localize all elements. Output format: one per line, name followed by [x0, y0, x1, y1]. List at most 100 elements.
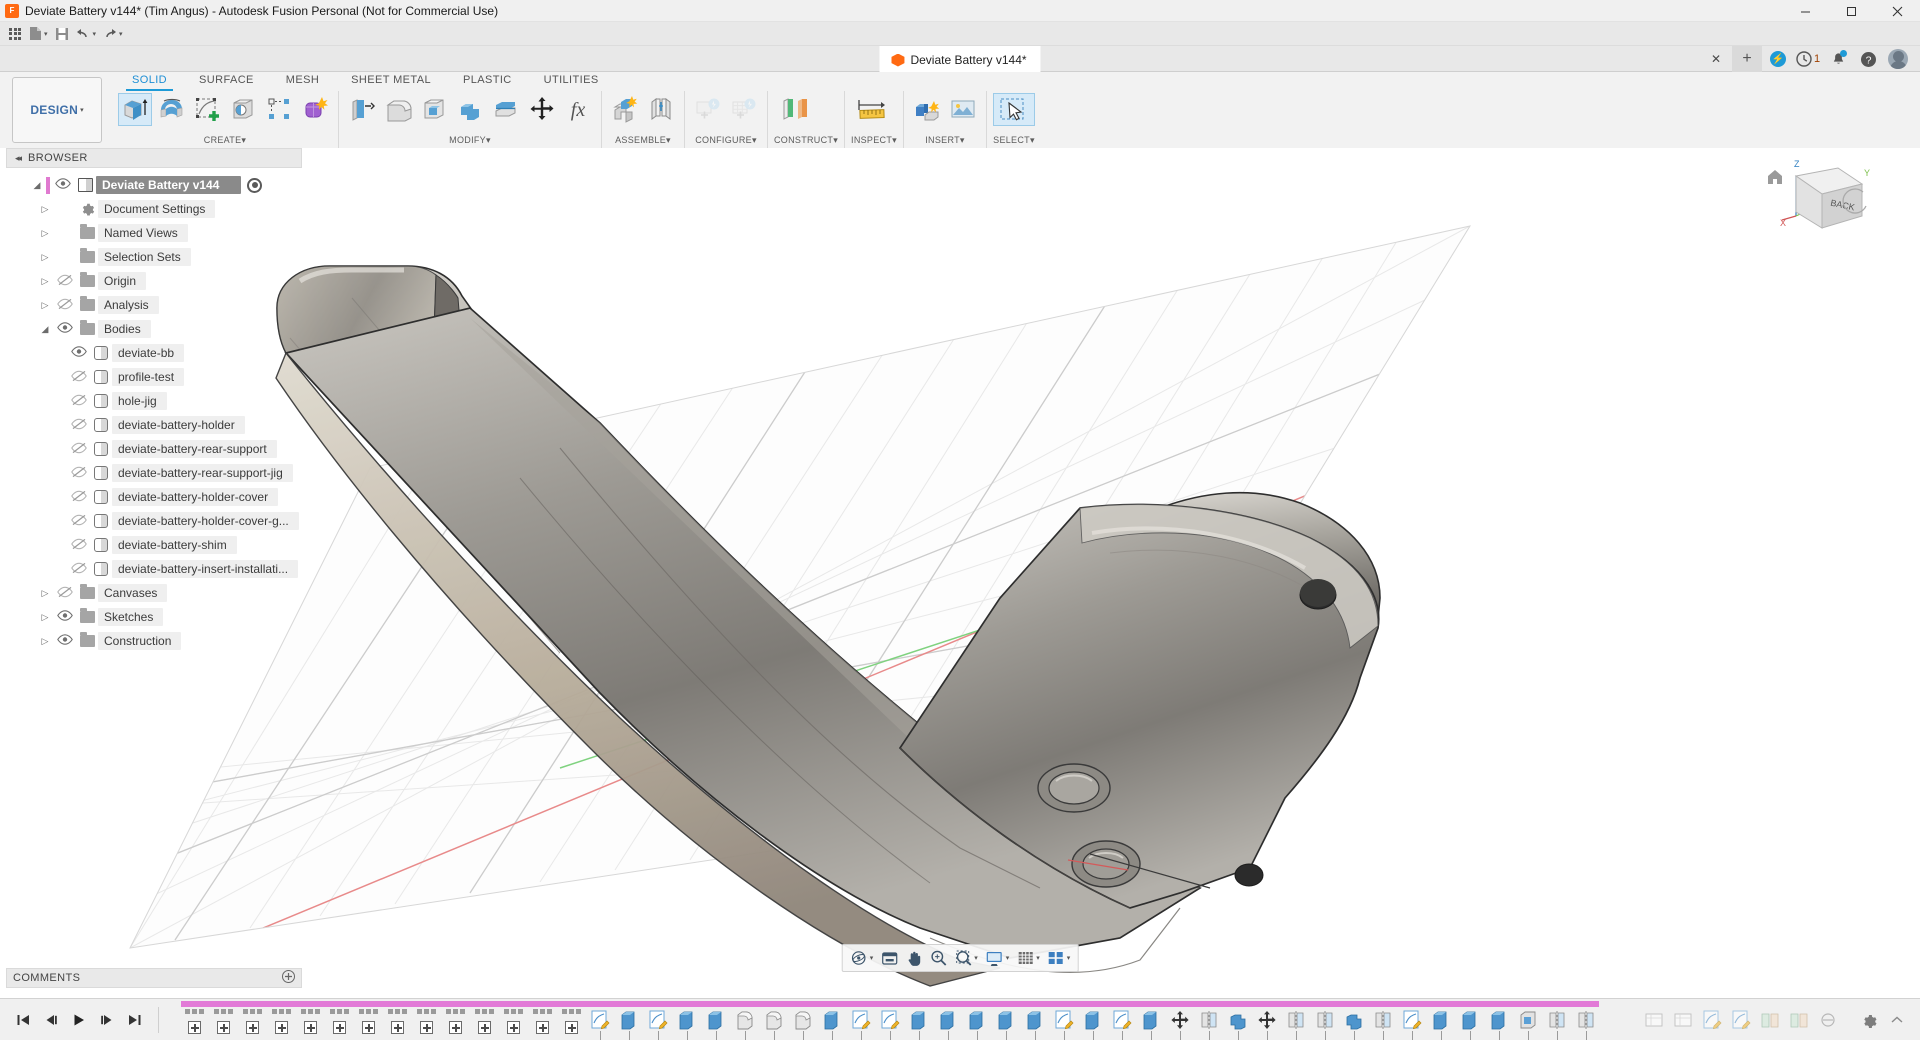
- pan-button[interactable]: [902, 946, 925, 970]
- tool-revolve[interactable]: [154, 93, 188, 124]
- look-at-button[interactable]: [877, 946, 901, 970]
- tree-node-body[interactable]: deviate-battery-rear-support-jig: [6, 461, 302, 485]
- timeline-feature[interactable]: [1312, 1009, 1338, 1040]
- tab-solid[interactable]: SOLID: [116, 72, 183, 91]
- timeline-feature[interactable]: [674, 1009, 700, 1040]
- workspace-selector[interactable]: DESIGN ▾: [12, 77, 102, 143]
- timeline-collapsed-group[interactable]: [181, 1008, 207, 1034]
- account-button[interactable]: [1884, 46, 1912, 72]
- timeline-feature[interactable]: [761, 1009, 787, 1040]
- new-file-button[interactable]: ▾: [26, 23, 51, 45]
- timeline-collapsed-group[interactable]: [384, 1008, 410, 1034]
- visibility-hidden-icon[interactable]: [68, 514, 90, 529]
- activate-radio-icon[interactable]: [247, 177, 263, 193]
- visibility-eye-icon[interactable]: [54, 610, 76, 624]
- panel-inspect-label[interactable]: INSPECT▾: [851, 135, 897, 149]
- timeline-feature[interactable]: [1544, 1009, 1570, 1040]
- timeline-feature[interactable]: [906, 1009, 932, 1040]
- collapse-triangle-icon[interactable]: ◢: [36, 324, 54, 335]
- timeline-feature[interactable]: [1515, 1009, 1541, 1040]
- timeline-feature[interactable]: [935, 1009, 961, 1040]
- display-mode-button[interactable]: ▾: [982, 946, 1013, 970]
- expand-triangle-icon[interactable]: ▷: [36, 252, 54, 263]
- timeline-collapsed-group[interactable]: [297, 1008, 323, 1034]
- tree-node-body[interactable]: deviate-battery-holder-cover-g...: [6, 509, 302, 533]
- tool-form[interactable]: [298, 93, 332, 124]
- tool-move-copy[interactable]: [525, 93, 559, 124]
- extension-manager-button[interactable]: ⚡: [1764, 46, 1792, 72]
- expand-group-button[interactable]: [303, 1020, 317, 1034]
- timeline-feature[interactable]: [1457, 1009, 1483, 1040]
- tree-node-body[interactable]: deviate-battery-insert-installati...: [6, 557, 302, 581]
- tree-node-canvases[interactable]: ▷ Canvases: [6, 581, 302, 605]
- timeline-feature[interactable]: [1022, 1009, 1048, 1040]
- tool-create-sketch[interactable]: [190, 93, 224, 124]
- expand-group-button[interactable]: [361, 1020, 375, 1034]
- visibility-hidden-icon[interactable]: [68, 394, 90, 409]
- timeline-feature[interactable]: [819, 1009, 845, 1040]
- orbit-button[interactable]: ▾: [847, 946, 877, 970]
- timeline-feature[interactable]: [1196, 1009, 1222, 1040]
- visibility-hidden-icon[interactable]: [54, 274, 76, 289]
- visibility-hidden-icon[interactable]: [68, 370, 90, 385]
- go-to-end-button[interactable]: [126, 1007, 144, 1033]
- timeline-feature[interactable]: [1138, 1009, 1164, 1040]
- timeline-feature[interactable]: [1254, 1009, 1280, 1040]
- visibility-hidden-icon[interactable]: [68, 562, 90, 577]
- timeline-feature[interactable]: [703, 1009, 729, 1040]
- timeline-feature-inactive[interactable]: [1670, 1009, 1696, 1031]
- expand-triangle-icon[interactable]: ▷: [36, 204, 54, 215]
- document-tab[interactable]: Deviate Battery v144*: [879, 46, 1041, 72]
- tool-configure-table[interactable]: [727, 93, 761, 124]
- timeline-feature[interactable]: [1428, 1009, 1454, 1040]
- expand-group-button[interactable]: [535, 1020, 549, 1034]
- timeline-track[interactable]: [159, 999, 1856, 1040]
- timeline-feature[interactable]: [1051, 1009, 1077, 1040]
- panel-construct-label[interactable]: CONSTRUCT▾: [774, 135, 838, 149]
- tool-offset-plane[interactable]: [774, 93, 816, 124]
- timeline-feature[interactable]: [1283, 1009, 1309, 1040]
- tree-node-document-settings[interactable]: ▷ Document Settings: [6, 197, 302, 221]
- timeline-collapsed-group[interactable]: [268, 1008, 294, 1034]
- timeline-feature[interactable]: [1080, 1009, 1106, 1040]
- panel-assemble-label[interactable]: ASSEMBLE▾: [608, 135, 678, 149]
- play-button[interactable]: [70, 1007, 88, 1033]
- visibility-eye-icon[interactable]: [54, 322, 76, 336]
- timeline-collapsed-group[interactable]: [210, 1008, 236, 1034]
- timeline-collapsed-group[interactable]: [442, 1008, 468, 1034]
- tool-change-parameters[interactable]: fx: [561, 93, 595, 124]
- expand-triangle-icon[interactable]: ▷: [36, 588, 54, 599]
- tool-insert-canvas[interactable]: [946, 93, 980, 124]
- tree-node-body[interactable]: deviate-battery-holder: [6, 413, 302, 437]
- close-tab-button[interactable]: ✕: [1702, 46, 1730, 72]
- tree-node-body[interactable]: hole-jig: [6, 389, 302, 413]
- timeline-feature[interactable]: [1573, 1009, 1599, 1040]
- timeline-collapsed-group[interactable]: [558, 1008, 584, 1034]
- expand-group-button[interactable]: [390, 1020, 404, 1034]
- panel-configure-label[interactable]: CONFIGURE▾: [691, 135, 761, 149]
- tree-node-root[interactable]: ◢ Deviate Battery v144: [6, 173, 302, 197]
- timeline-feature-inactive[interactable]: [1699, 1009, 1725, 1031]
- visibility-eye-icon[interactable]: [54, 634, 76, 648]
- panel-select-label[interactable]: SELECT▾: [993, 135, 1035, 149]
- visibility-hidden-icon[interactable]: [68, 466, 90, 481]
- zoom-window-button[interactable]: ▾: [951, 946, 981, 970]
- tool-insert-derive[interactable]: [910, 93, 944, 124]
- timeline-feature[interactable]: [993, 1009, 1019, 1040]
- expand-triangle-icon[interactable]: ▷: [36, 276, 54, 287]
- timeline-settings-button[interactable]: [1856, 1007, 1882, 1033]
- close-button[interactable]: [1874, 0, 1920, 22]
- timeline-feature[interactable]: [1225, 1009, 1251, 1040]
- help-button[interactable]: ?: [1854, 46, 1882, 72]
- job-status-button[interactable]: 1: [1794, 46, 1822, 72]
- step-forward-button[interactable]: [98, 1007, 116, 1033]
- go-to-beginning-button[interactable]: [14, 1007, 32, 1033]
- timeline-feature[interactable]: [790, 1009, 816, 1040]
- tool-fillet[interactable]: [381, 93, 415, 124]
- visibility-hidden-icon[interactable]: [68, 490, 90, 505]
- expand-group-button[interactable]: [448, 1020, 462, 1034]
- timeline-collapsed-group[interactable]: [500, 1008, 526, 1034]
- tool-joint[interactable]: [644, 93, 678, 124]
- comments-panel[interactable]: COMMENTS: [6, 968, 302, 988]
- tree-node-body[interactable]: deviate-battery-shim: [6, 533, 302, 557]
